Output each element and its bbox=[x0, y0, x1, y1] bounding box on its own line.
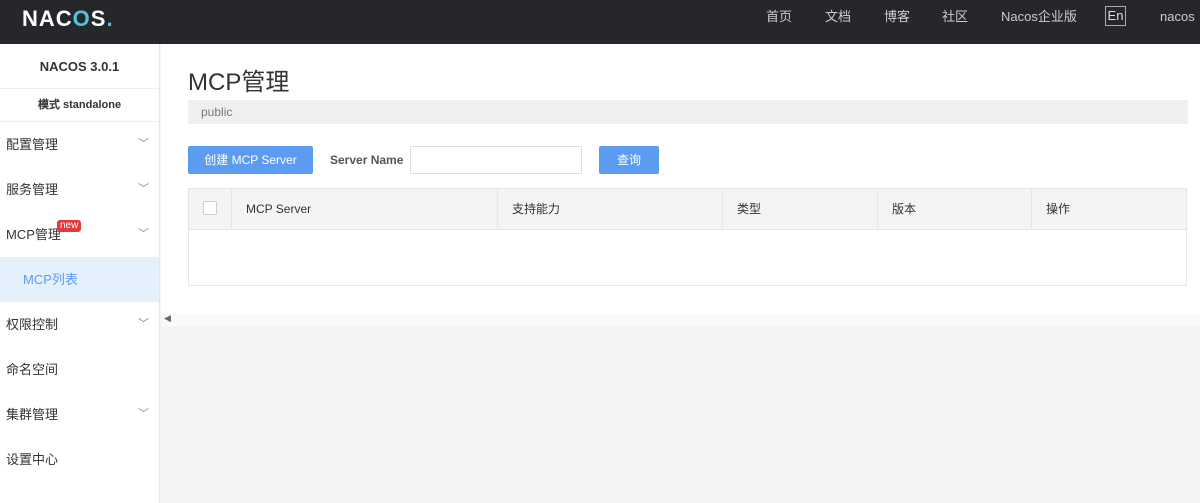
version-label: NACOS 3.0.1 bbox=[0, 44, 159, 89]
sidebar-item-auth[interactable]: 权限控制 ﹀ bbox=[0, 302, 159, 347]
chevron-down-icon: ﹀ bbox=[138, 138, 149, 150]
column-header: 操作 bbox=[1032, 189, 1186, 230]
chevron-down-icon: ﹀ bbox=[138, 183, 149, 195]
sidebar-item-namespace[interactable]: 命名空间 bbox=[0, 347, 159, 392]
page-title: MCP管理 bbox=[188, 69, 290, 96]
sidebar-item-label: 权限控制 bbox=[6, 317, 59, 332]
query-button[interactable]: 查询 bbox=[599, 146, 659, 174]
nacos-logo[interactable]: NACOS. bbox=[22, 6, 114, 32]
sidebar: NACOS 3.0.1 模式 standalone 配置管理 ﹀ 服务管理 ﹀ MC… bbox=[0, 44, 160, 503]
sidebar-item-mcp-list[interactable]: MCP列表 bbox=[0, 257, 159, 302]
sidebar-item-settings[interactable]: 设置中心 bbox=[0, 437, 159, 482]
sidebar-item-label: 配置管理 bbox=[6, 137, 59, 152]
language-toggle[interactable]: En bbox=[1105, 6, 1126, 26]
sidebar-item-mcp[interactable]: MCP管理 new ﹀ bbox=[0, 212, 159, 257]
nav-enterprise[interactable]: Nacos企业版 bbox=[1001, 0, 1077, 44]
sidebar-item-service[interactable]: 服务管理 ﹀ bbox=[0, 167, 159, 212]
select-all-checkbox[interactable] bbox=[203, 201, 217, 215]
top-header: NACOS. 首页 文档 博客 社区 Nacos企业版 En nacos bbox=[0, 0, 1200, 44]
sidebar-item-label: 服务管理 bbox=[6, 182, 59, 197]
chevron-down-icon: ﹀ bbox=[138, 408, 149, 420]
nav-home[interactable]: 首页 bbox=[766, 0, 792, 44]
nav-blog[interactable]: 博客 bbox=[884, 0, 910, 44]
chevron-down-icon: ﹀ bbox=[138, 318, 149, 330]
create-mcp-server-button[interactable]: 创建 MCP Server bbox=[188, 146, 313, 174]
collapse-sidebar-icon[interactable]: ◀ bbox=[164, 313, 171, 324]
select-all-header bbox=[189, 189, 232, 230]
mode-label: 模式 standalone bbox=[0, 89, 159, 122]
sidebar-item-label: 命名空间 bbox=[6, 362, 59, 377]
column-header: MCP Server bbox=[232, 189, 498, 230]
column-header: 支持能力 bbox=[498, 189, 723, 230]
user-menu[interactable]: nacos bbox=[1160, 0, 1195, 44]
main-content: MCP管理 public 创建 MCP Server Server Name 查… bbox=[161, 44, 1200, 314]
nav-community[interactable]: 社区 bbox=[942, 0, 968, 44]
server-name-label: Server Name bbox=[330, 153, 404, 167]
sidebar-item-cluster[interactable]: 集群管理 ﹀ bbox=[0, 392, 159, 437]
chevron-down-icon: ﹀ bbox=[138, 228, 149, 240]
collapse-bar bbox=[161, 314, 1200, 326]
sidebar-item-label: 设置中心 bbox=[6, 452, 59, 467]
sidebar-item-label: MCP管理 bbox=[6, 227, 61, 242]
mcp-server-table: MCP Server 支持能力 类型 版本 操作 bbox=[188, 188, 1187, 286]
column-header: 版本 bbox=[878, 189, 1032, 230]
new-badge: new bbox=[57, 220, 82, 232]
namespace-bar[interactable]: public bbox=[188, 100, 1188, 124]
server-name-input[interactable] bbox=[410, 146, 582, 174]
sidebar-item-label: MCP列表 bbox=[23, 272, 78, 287]
nav-docs[interactable]: 文档 bbox=[825, 0, 851, 44]
column-header: 类型 bbox=[723, 189, 878, 230]
sidebar-item-label: 集群管理 bbox=[6, 407, 59, 422]
sidebar-item-config[interactable]: 配置管理 ﹀ bbox=[0, 122, 159, 167]
